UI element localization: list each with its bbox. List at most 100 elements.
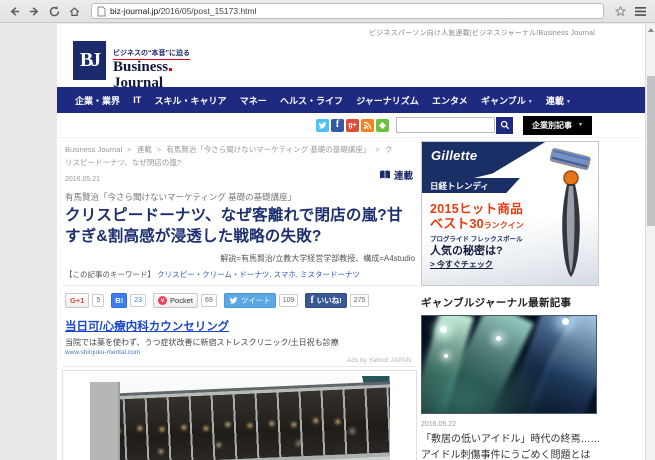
breadcrumb-series-title[interactable]: 有馬賢治「今さら聞けないマーケティング 基礎の基礎講座」 (166, 145, 370, 154)
tweet-count: 109 (279, 294, 299, 307)
facebook-icon[interactable]: f (331, 119, 344, 132)
twitter-bird-icon (229, 296, 238, 305)
keyword-link[interactable]: スマホ (274, 270, 296, 279)
breadcrumb-home[interactable]: Business Journal (65, 145, 122, 154)
keyword-link[interactable]: クリスピー・クリーム・ドーナツ (157, 270, 269, 279)
article-byline: 解説=有馬賢治/立教大学経営学部教授、構成=A4studio (62, 253, 417, 264)
rss-icon[interactable] (361, 119, 374, 132)
page-viewport: ビジネスパーソン向け人気連載|ビジネスジャーナル/Business Journa… (0, 24, 655, 460)
back-icon (8, 5, 21, 18)
yahoo-ad-credit: Ads by Yahoo! JAPAN (65, 357, 415, 364)
nav-item-skill-career[interactable]: スキル・キャリア (154, 94, 226, 107)
hamburger-menu-icon (634, 6, 647, 17)
social-search-bar: f g+ 企業別記事 ▼ (57, 113, 645, 138)
yahoo-ad-description: 当院では薬を使わず、うつ症状改善に新宿ストレスクリニック/土日祝も診療 (65, 337, 415, 348)
nav-item-series[interactable]: 連載▼ (546, 94, 571, 107)
company-articles-button[interactable]: 企業別記事 ▼ (523, 116, 592, 135)
gillette-ad-banner[interactable]: Gillette 日経トレンディ 2015ヒット商品 ベスト30ランクイン プロ… (421, 141, 599, 286)
bookmark-star-button[interactable] (612, 3, 629, 20)
razor-image (534, 146, 596, 282)
logo-red-dot (169, 68, 172, 71)
nav-item-money[interactable]: マネー (240, 94, 267, 107)
ad-tagline: 人気の秘密は? (430, 242, 503, 258)
logo-name-line1: Business (113, 59, 168, 75)
share-bar: G+1 5 B! 23 ∨Pocket 69 (62, 293, 417, 308)
scrollbar[interactable] (645, 24, 655, 460)
nav-item-journalism[interactable]: ジャーナリズム (356, 94, 419, 107)
article-title: クリスピードーナツ、なぜ客離れで閉店の嵐?甘すぎ&割高感が浸透した戦略の失敗? (62, 206, 417, 248)
spotlight (562, 318, 569, 325)
scrollbar-thumb[interactable] (647, 76, 655, 226)
series-badge[interactable]: 連載 (379, 168, 413, 182)
latest-article-title[interactable]: 「敷居の低いアイドル」時代の終焉……アイドル刺傷事件にうごめく問題とは (421, 432, 601, 460)
gplus-count: 5 (92, 294, 104, 307)
chevron-down-icon: ▼ (566, 99, 571, 105)
feedly-icon[interactable] (376, 119, 389, 132)
address-bar[interactable]: biz-journal.jp/2016/05/post_15173.html (91, 3, 604, 19)
back-button[interactable] (6, 3, 23, 20)
hatena-icon: B! (115, 296, 123, 305)
browser-toolbar: biz-journal.jp/2016/05/post_15173.html (0, 0, 655, 23)
yahoo-ad-url: www.shinjuku-mental.com (65, 349, 415, 356)
keywords-label: 【この記事のキーワード】 (65, 270, 155, 279)
article-series-title: 有馬賢治「今さら聞けないマーケティング 基礎の基礎講座」 (62, 191, 417, 203)
hatena-share-button[interactable]: B! (111, 293, 127, 308)
scroll-up-button[interactable] (646, 24, 655, 35)
spotlight (440, 326, 447, 333)
keyword-link[interactable]: ミスタードーナツ (300, 270, 360, 279)
twitter-icon[interactable] (316, 119, 329, 132)
page-icon (97, 6, 106, 17)
pocket-share-button[interactable]: ∨Pocket (153, 293, 198, 308)
web-page: ビジネスパーソン向け人気連載|ビジネスジャーナル/Business Journa… (57, 24, 645, 460)
latest-article-thumbnail[interactable] (421, 315, 597, 414)
nav-item-gamble[interactable]: ギャンブル▼ (481, 94, 533, 107)
gplus-share-button[interactable]: G+1 (65, 293, 89, 308)
ad-headline2: ベスト30ランクイン (430, 213, 524, 232)
search-button[interactable] (496, 117, 513, 134)
like-count: 275 (350, 294, 370, 307)
browser-window: biz-journal.jp/2016/05/post_15173.html ビ… (0, 0, 655, 460)
site-logo[interactable]: BJ ビジネスの“本音”に迫る Business Journal (57, 38, 645, 87)
home-button[interactable] (66, 3, 83, 20)
spotlight (496, 336, 501, 341)
gillette-logo: Gillette (431, 148, 477, 163)
yahoo-ad-title-link[interactable]: 当日可/心療内科カウンセリング (65, 318, 415, 334)
article-photo-frame: Krispy Kreme DOUGHNUTS COFFEE (62, 370, 417, 460)
url-domain: biz-journal.jp (110, 6, 158, 16)
gplus-icon[interactable]: g+ (346, 119, 359, 132)
nav-item-it[interactable]: IT (133, 95, 141, 105)
forward-button[interactable] (26, 3, 43, 20)
logo-mark: BJ (73, 41, 106, 80)
breadcrumb: Business Journal > 連載 > 有馬賢治「今さら聞けないマーケテ… (62, 138, 417, 173)
forward-icon (28, 5, 41, 18)
breadcrumb-series[interactable]: 連載 (137, 145, 152, 154)
chevron-down-icon: ▼ (528, 99, 533, 105)
content-area: Business Journal > 連載 > 有馬賢治「今さら聞けないマーケテ… (57, 138, 645, 460)
reload-button[interactable] (46, 3, 63, 20)
nav-item-industry[interactable]: 企業・業界 (75, 94, 120, 107)
photo-concrete-pillar (90, 382, 120, 460)
search-icon (500, 120, 510, 130)
home-icon (68, 5, 81, 18)
browser-menu-button[interactable] (632, 3, 649, 20)
nav-item-entertainment[interactable]: エンタメ (432, 94, 468, 107)
star-icon (614, 5, 627, 18)
latest-article-date: 2016.05.22 (421, 421, 601, 428)
article-date: 2016.05.21 (62, 176, 417, 183)
chevron-down-icon: ▼ (578, 122, 583, 128)
sidebar-section-title: ギャンブルジャーナル最新記事 (421, 295, 601, 310)
reload-icon (48, 5, 61, 18)
ad-band: 日経トレンディ (422, 178, 520, 193)
krispy-kreme-storefront-photo: Krispy Kreme DOUGHNUTS COFFEE (90, 376, 390, 460)
ad-cta-link[interactable]: > 今すぐチェック (430, 259, 493, 270)
search-input[interactable] (396, 117, 495, 133)
tweet-button[interactable]: ツイート (224, 293, 276, 308)
yahoo-ad: 当日可/心療内科カウンセリング 当院では薬を使わず、うつ症状改善に新宿ストレスク… (62, 314, 417, 367)
pocket-icon: ∨ (158, 296, 167, 305)
article-keywords: 【この記事のキーワード】 クリスピー・クリーム・ドーナツ, スマホ, ミスタード… (62, 269, 417, 286)
facebook-like-button[interactable]: fいいね! (305, 293, 346, 308)
nav-item-health-life[interactable]: ヘルス・ライフ (280, 94, 343, 107)
main-column: Business Journal > 連載 > 有馬賢治「今さら聞けないマーケテ… (62, 138, 417, 460)
sidebar: Gillette 日経トレンディ 2015ヒット商品 ベスト30ランクイン プロ… (421, 138, 601, 460)
url-path: /2016/05/post_15173.html (158, 6, 256, 16)
